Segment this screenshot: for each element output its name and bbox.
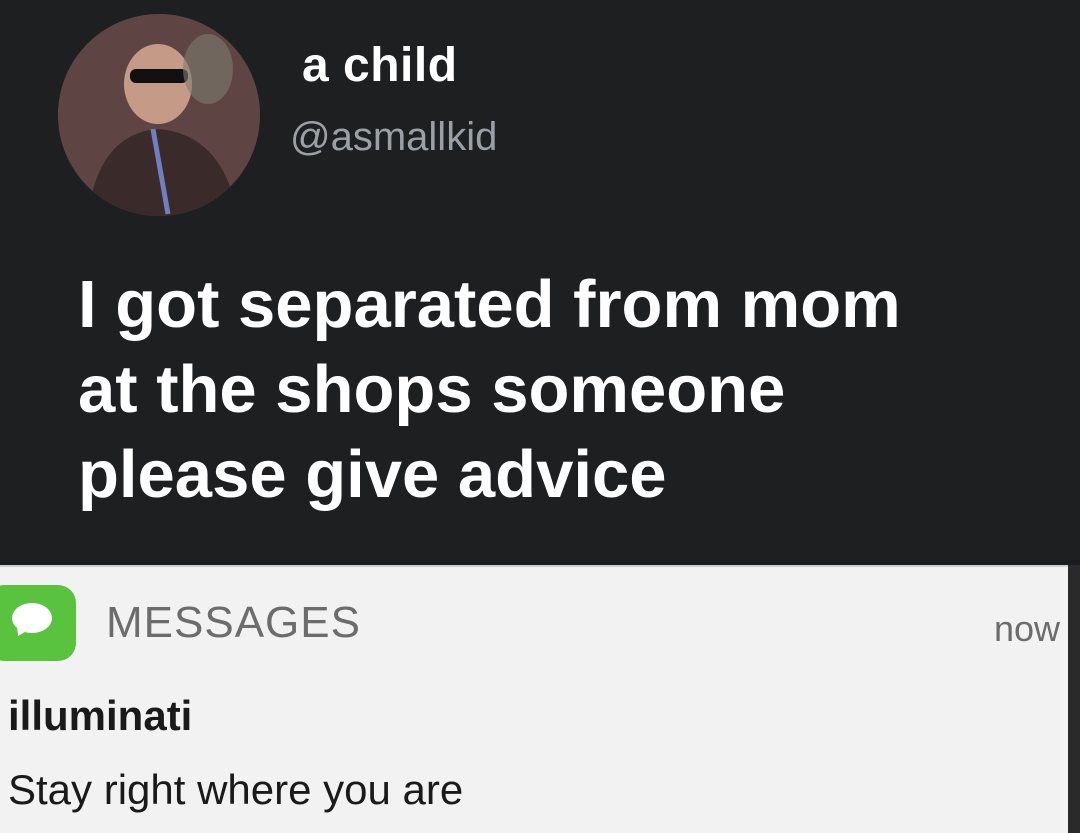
tweet-card: a child @asmallkid I got separated from … <box>0 0 1080 560</box>
tweet-text-line: please give advice <box>78 437 667 512</box>
user-handle[interactable]: @asmallkid <box>290 115 497 160</box>
notification-time: now <box>993 608 1060 649</box>
avatar-photo-icon <box>58 14 260 216</box>
tweet-text-line: I got separated from mom <box>78 267 901 342</box>
tweet-text: I got separated from mom at the shops so… <box>78 262 1038 517</box>
display-name[interactable]: a child <box>302 38 458 93</box>
tweet-text-line: at the shops someone <box>78 352 786 427</box>
messages-app-icon <box>0 585 76 661</box>
notification-edge <box>1068 565 1080 833</box>
avatar[interactable] <box>58 14 260 216</box>
notification-app-name: MESSAGES <box>106 598 361 647</box>
notification-sender: illuminati <box>8 692 193 739</box>
notification-message: Stay right where you are <box>8 766 464 813</box>
